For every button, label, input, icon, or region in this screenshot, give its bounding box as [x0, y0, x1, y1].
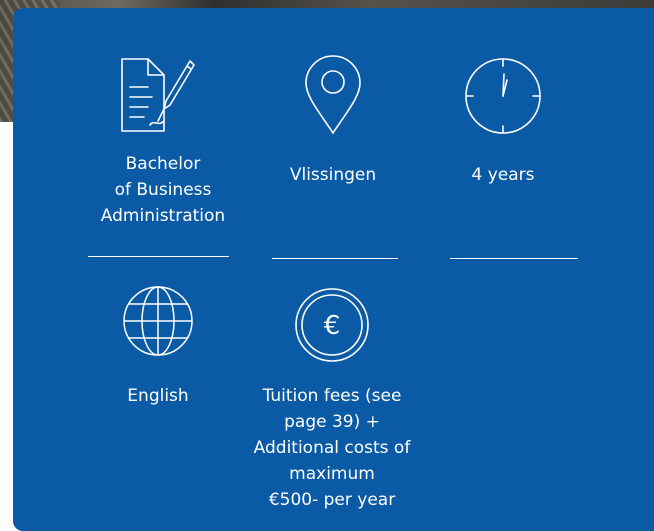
document-pen-icon — [121, 58, 195, 132]
euro-coin-icon: € — [295, 288, 369, 362]
globe-icon — [123, 286, 193, 356]
location-label: Vlissingen — [289, 165, 377, 185]
clock-icon — [465, 58, 541, 134]
degree-label: Bachelor of Business Administration — [100, 154, 226, 226]
language-label: English — [127, 386, 189, 406]
divider — [450, 258, 578, 259]
svg-text:€: € — [324, 311, 341, 341]
location-pin-icon — [305, 55, 361, 135]
costs-label: Tuition fees (see page 39) + Additional … — [253, 386, 411, 510]
info-panel: Bachelor of Business Administration Vlis… — [13, 8, 654, 531]
duration-label: 4 years — [471, 165, 535, 185]
divider — [272, 258, 398, 259]
divider — [88, 256, 229, 257]
